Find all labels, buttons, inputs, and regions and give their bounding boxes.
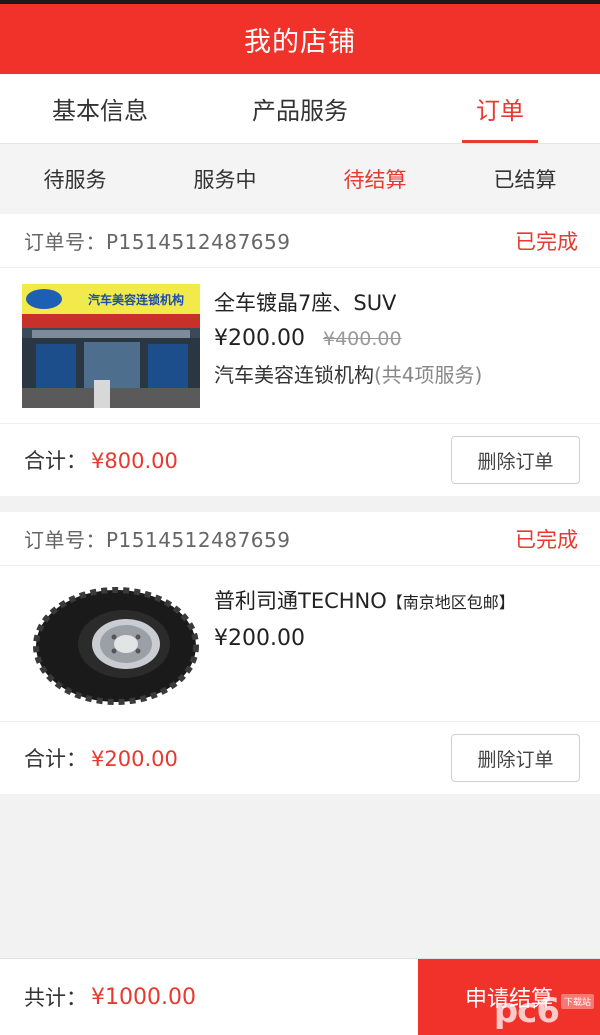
subtab-settled[interactable]: 已结算 (450, 144, 600, 214)
page-title: 我的店铺 (244, 26, 356, 58)
order-header: 订单号：P1514512487659 已完成 (0, 512, 600, 566)
grand-total-label: 共计： (24, 986, 87, 1010)
product-price: ¥200.00 (214, 326, 305, 351)
order-footer: 合计： ¥200.00 删除订单 (0, 722, 600, 794)
subtab-in-service[interactable]: 服务中 (150, 144, 300, 214)
order-total-label: 合计： (24, 449, 87, 473)
bottom-bar: 共计： ¥1000.00 申请结算 pc6 下载站 (0, 958, 600, 1035)
watermark-badge: 下载站 (560, 994, 594, 1009)
order-total: 合计： ¥200.00 (24, 743, 178, 773)
app-header: 我的店铺 (0, 0, 600, 74)
delete-order-button[interactable]: 删除订单 (451, 734, 580, 782)
price-row: ¥200.00 ¥400.00 (214, 320, 482, 359)
order-item[interactable]: 汽车美容连锁机构 全车镀晶7座、SUV ¥200.00 ¥400.00 汽车美容连… (0, 268, 600, 424)
product-thumbnail-tire (22, 582, 200, 706)
price-row: ¥200.00 (214, 620, 515, 659)
subtab-pending-settlement[interactable]: 待结算 (300, 144, 450, 214)
product-price: ¥200.00 (214, 626, 305, 651)
delete-order-button[interactable]: 删除订单 (451, 436, 580, 484)
order-status: 已完成 (515, 527, 578, 552)
product-thumbnail-storefront: 汽车美容连锁机构 (22, 284, 200, 408)
order-number: 订单号：P1514512487659 (24, 230, 291, 254)
order-footer: 合计： ¥800.00 删除订单 (0, 424, 600, 496)
order-total-value: ¥200.00 (91, 747, 178, 771)
main-tab-bar: 基本信息 产品服务 订单 (0, 74, 600, 144)
order-item[interactable]: 普利司通TECHNO【南京地区包邮】 ¥200.00 (0, 566, 600, 722)
storefront-sign-text: 汽车美容连锁机构 (88, 292, 184, 307)
order-status-tab-bar: 待服务 服务中 待结算 已结算 (0, 144, 600, 214)
tab-products-services[interactable]: 产品服务 (200, 74, 400, 143)
product-name: 普利司通TECHNO (214, 589, 387, 613)
subtab-pending-service[interactable]: 待服务 (0, 144, 150, 214)
tab-basic-info[interactable]: 基本信息 (0, 74, 200, 143)
shop-name: 汽车美容连锁机构 (214, 363, 374, 387)
order-card: 订单号：P1514512487659 已完成 汽车美容连锁机构 全车镀晶7座、S… (0, 214, 600, 496)
grand-total: 共计： ¥1000.00 (0, 959, 418, 1035)
original-price: ¥400.00 (322, 328, 402, 350)
pc6-watermark: pc6 下载站 (494, 991, 594, 1031)
product-name: 全车镀晶7座、SUV (214, 291, 397, 315)
grand-total-value: ¥1000.00 (91, 984, 196, 1010)
order-status: 已完成 (515, 229, 578, 254)
order-total-value: ¥800.00 (91, 449, 178, 473)
service-count: (共4项服务) (374, 363, 483, 387)
order-number: 订单号：P1514512487659 (24, 528, 291, 552)
order-header: 订单号：P1514512487659 已完成 (0, 214, 600, 268)
order-card: 订单号：P1514512487659 已完成 普利司通TECHNO【南京地区包邮… (0, 512, 600, 794)
product-name-line: 普利司通TECHNO【南京地区包邮】 (214, 586, 515, 618)
order-total-label: 合计： (24, 747, 87, 771)
shop-line: 汽车美容连锁机构(共4项服务) (214, 359, 482, 391)
order-total: 合计： ¥800.00 (24, 445, 178, 475)
order-item-info: 普利司通TECHNO【南京地区包邮】 ¥200.00 (214, 582, 515, 659)
watermark-logo: pc6 (493, 991, 560, 1031)
product-tag: 【南京地区包邮】 (386, 593, 515, 612)
order-item-info: 全车镀晶7座、SUV ¥200.00 ¥400.00 汽车美容连锁机构(共4项服务… (214, 284, 482, 391)
tab-orders[interactable]: 订单 (400, 74, 600, 143)
